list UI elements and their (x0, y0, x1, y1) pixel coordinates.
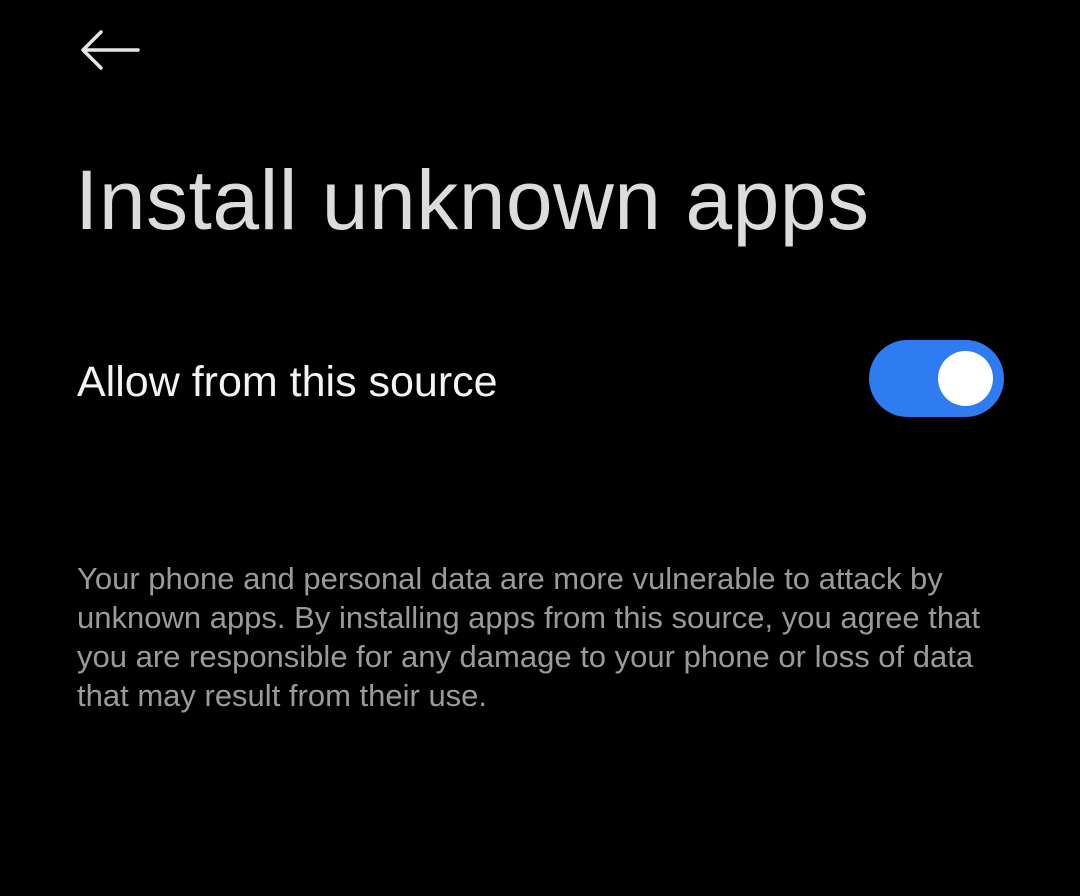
allow-from-source-row[interactable]: Allow from this source (0, 330, 1080, 430)
warning-text: Your phone and personal data are more vu… (77, 561, 980, 713)
allow-from-source-toggle[interactable] (869, 340, 1004, 417)
page-title: Install unknown apps (75, 153, 870, 247)
allow-from-source-label: Allow from this source (77, 358, 498, 406)
toggle-knob (938, 351, 993, 406)
back-button[interactable] (66, 14, 154, 86)
arrow-left-icon (81, 30, 140, 70)
